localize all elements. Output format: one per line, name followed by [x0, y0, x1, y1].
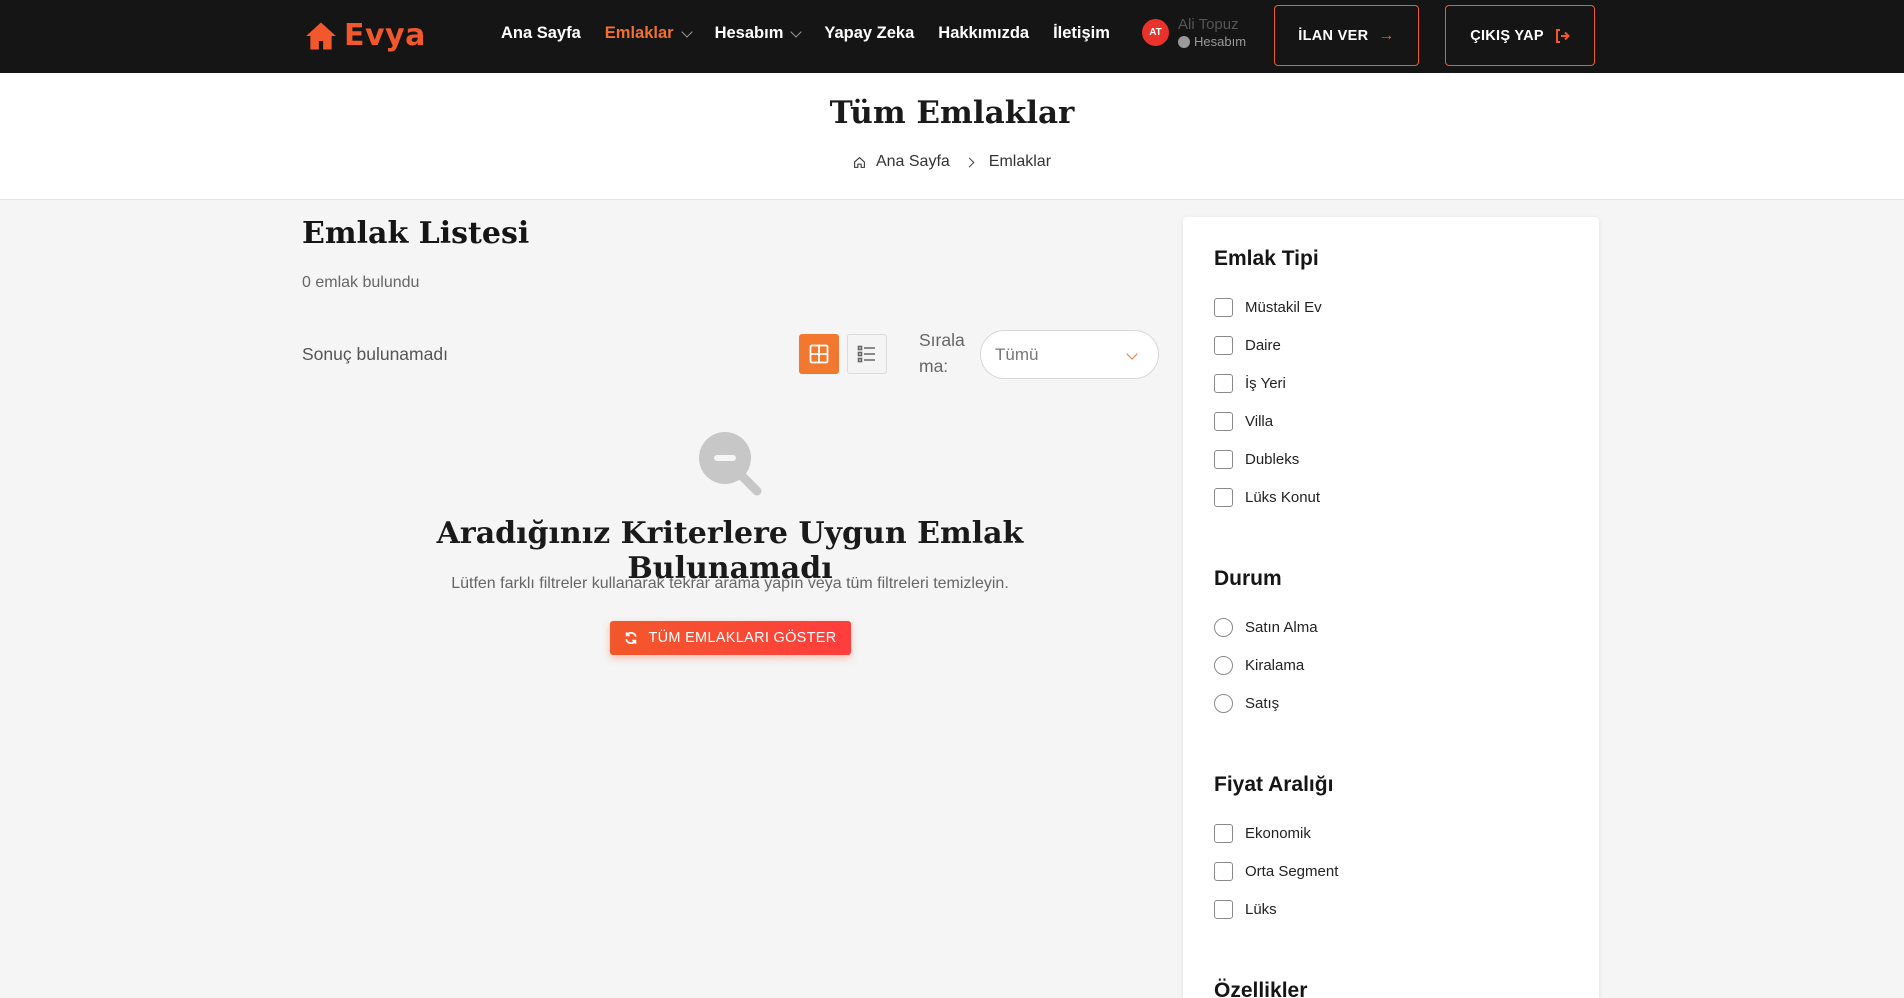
refresh-icon [625, 631, 638, 645]
filter-option-label: Villa [1245, 413, 1274, 430]
nav-iletisim[interactable]: İletişim [1053, 24, 1110, 43]
filter-option-label: Orta Segment [1245, 863, 1339, 880]
radio-button[interactable] [1214, 656, 1233, 675]
chevron-down-icon [680, 25, 693, 38]
filter-option-daire[interactable]: Daire [1214, 336, 1281, 355]
filter-option-satis[interactable]: Satış [1214, 694, 1279, 713]
listing-title: Emlak Listesi [302, 216, 530, 251]
filter-option-label: Satın Alma [1245, 619, 1318, 636]
filter-option-label: İş Yeri [1245, 375, 1286, 392]
filter-title-status: Durum [1214, 567, 1282, 590]
checkbox[interactable] [1214, 824, 1233, 843]
filter-option-label: Ekonomik [1245, 825, 1311, 842]
filter-option-dubleks[interactable]: Dubleks [1214, 450, 1299, 469]
show-all-button[interactable]: TÜM EMLAKLARI GÖSTER [610, 621, 851, 655]
empty-state-text: Lütfen farklı filtreler kullanarak tekra… [451, 575, 1009, 592]
checkbox[interactable] [1214, 298, 1233, 317]
filter-option-label: Müstakil Ev [1245, 299, 1322, 316]
checkbox[interactable] [1214, 336, 1233, 355]
top-navbar: Evya Ana Sayfa Emlaklar Hesabım Yapay Ze… [0, 0, 1904, 73]
filter-option-villa[interactable]: Villa [1214, 412, 1273, 431]
radio-button[interactable] [1214, 618, 1233, 637]
nav-hakkimizda-label: Hakkımızda [938, 24, 1030, 42]
checkbox[interactable] [1214, 862, 1233, 881]
page-header: Tüm Emlaklar Ana Sayfa Emlaklar [0, 73, 1904, 200]
checkbox[interactable] [1214, 900, 1233, 919]
user-subtitle: Hesabım [1178, 34, 1246, 50]
filter-title-price: Fiyat Aralığı [1214, 773, 1334, 796]
filter-option-ekonomik[interactable]: Ekonomik [1214, 824, 1311, 843]
filter-option-luks-konut[interactable]: Lüks Konut [1214, 488, 1320, 507]
search-minus-icon [699, 432, 762, 496]
breadcrumb-home[interactable]: Ana Sayfa [876, 153, 950, 171]
home-icon [306, 22, 336, 49]
nav-yapay-zeka-label: Yapay Zeka [824, 24, 915, 42]
nav-iletisim-label: İletişim [1053, 24, 1110, 42]
user-subtitle-label: Hesabım [1194, 34, 1247, 49]
filter-option-label: Kiralama [1245, 657, 1305, 674]
nav-emlaklar-label: Emlaklar [604, 24, 674, 42]
filter-option-satin-alma[interactable]: Satın Alma [1214, 618, 1318, 637]
chevron-down-icon [790, 25, 803, 38]
checkbox[interactable] [1214, 488, 1233, 507]
checkbox[interactable] [1214, 374, 1233, 393]
filter-option-label: Daire [1245, 337, 1281, 354]
grid-icon [809, 344, 829, 364]
filter-option-label: Lüks Konut [1245, 489, 1321, 506]
nav-hesabim[interactable]: Hesabım [714, 24, 803, 43]
filter-option-luks[interactable]: Lüks [1214, 900, 1277, 919]
nav-home-label: Ana Sayfa [501, 24, 581, 42]
logo[interactable]: Evya [304, 18, 426, 53]
grid-view-button[interactable] [799, 334, 839, 374]
ilan-ver-button[interactable]: İLAN VER → [1274, 5, 1419, 66]
page-title: Tüm Emlaklar [829, 95, 1075, 131]
breadcrumb-current: Emlaklar [988, 153, 1052, 170]
filter-option-label: Lüks [1245, 901, 1277, 918]
filter-sidebar: Emlak Tipi Müstakil Ev Daire İş Yeri Vil… [1183, 217, 1599, 998]
sign-out-icon [1555, 28, 1570, 43]
no-result-text: Sonuç bulunamadı [302, 344, 448, 364]
main-nav: Ana Sayfa Emlaklar Hesabım Yapay Zeka Ha… [501, 24, 1134, 43]
radio-button[interactable] [1214, 694, 1233, 713]
chevron-right-icon [964, 157, 975, 167]
nav-yapay-zeka[interactable]: Yapay Zeka [824, 24, 914, 43]
sort-select-value: Tümü [995, 344, 1039, 364]
logout-label: ÇIKIŞ YAP [1470, 27, 1544, 44]
user-info: Ali Topuz Hesabım [1178, 16, 1246, 50]
checkbox[interactable] [1214, 450, 1233, 469]
nav-home[interactable]: Ana Sayfa [501, 24, 581, 43]
result-count: 0 emlak bulundu [302, 274, 420, 291]
sort-select[interactable]: Tümü [980, 330, 1159, 379]
home-icon [854, 156, 865, 168]
checkbox[interactable] [1214, 412, 1233, 431]
list-icon [857, 345, 875, 363]
user-circle-icon [1178, 35, 1190, 48]
user-name: Ali Topuz [1178, 16, 1239, 33]
sort-label: Sıralama: [919, 330, 965, 377]
filter-title-type: Emlak Tipi [1214, 247, 1319, 270]
logout-button[interactable]: ÇIKIŞ YAP [1445, 5, 1595, 66]
list-view-button[interactable] [847, 334, 887, 374]
filter-option-mustakil-ev[interactable]: Müstakil Ev [1214, 298, 1322, 317]
filter-option-label: Dubleks [1245, 451, 1300, 468]
filter-option-is-yeri[interactable]: İş Yeri [1214, 374, 1286, 393]
show-all-label: TÜM EMLAKLARI GÖSTER [648, 630, 837, 646]
filter-option-orta-segment[interactable]: Orta Segment [1214, 862, 1338, 881]
filter-option-kiralama[interactable]: Kiralama [1214, 656, 1304, 675]
avatar: AT [1142, 19, 1169, 47]
filter-option-label: Satış [1245, 695, 1280, 712]
nav-hesabim-label: Hesabım [714, 24, 784, 42]
logo-text: Evya [344, 18, 426, 53]
nav-emlaklar[interactable]: Emlaklar [604, 24, 693, 43]
filter-title-features: Özellikler [1214, 979, 1308, 998]
arrow-right-icon: → [1378, 26, 1395, 44]
nav-hakkimizda[interactable]: Hakkımızda [938, 24, 1029, 43]
ilan-ver-label: İLAN VER [1298, 27, 1369, 44]
breadcrumb: Ana Sayfa Emlaklar [0, 153, 1904, 171]
chevron-down-icon [1126, 348, 1138, 360]
user-menu[interactable]: AT Ali Topuz Hesabım [1142, 16, 1246, 50]
